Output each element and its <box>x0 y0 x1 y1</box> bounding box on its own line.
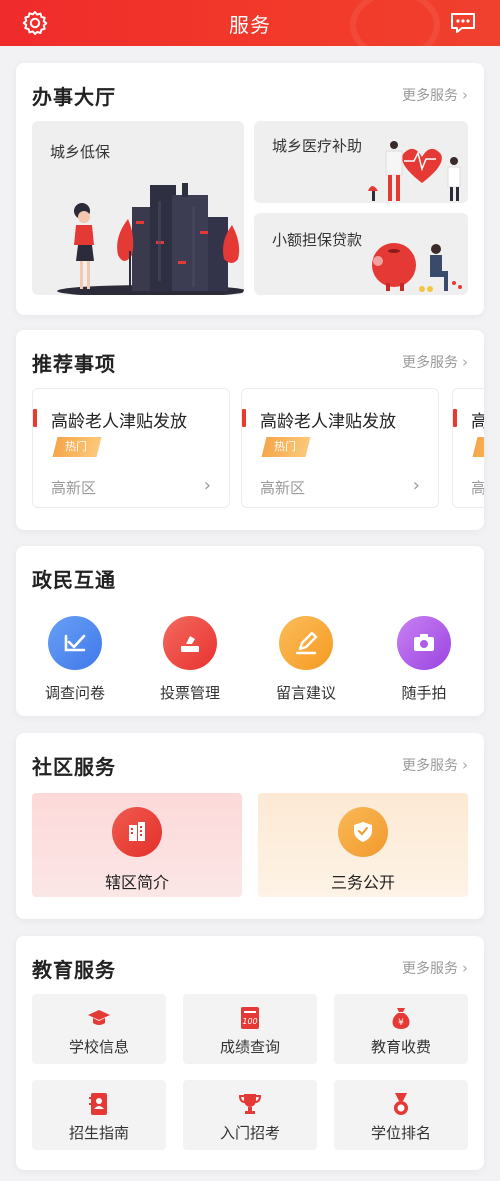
community-card: 社区服务 更多服务 › 辖区简介 三务公开 <box>16 733 484 919</box>
hot-badge: 热门 <box>261 437 311 457</box>
recommend-more-label: 更多服务 <box>402 355 458 371</box>
recommend-item-region: 高新区 <box>260 479 306 497</box>
hall-card: 办事大厅 更多服务 › 城乡低保 城乡医疗补助 小额担保贷款 <box>16 63 484 315</box>
recommend-title: 推荐事项 <box>32 352 116 376</box>
education-tile-label: 入门招考 <box>219 1124 280 1142</box>
chevron-right-icon: › <box>462 353 468 371</box>
gov-item-label: 留言建议 <box>275 684 336 702</box>
recommend-item-title: 高龄老人津贴发放 <box>471 412 484 432</box>
hall-tile-dibao[interactable]: 城乡低保 <box>32 121 244 295</box>
gov-title: 政民互通 <box>32 568 116 592</box>
gov-item-snapshot[interactable]: 随手拍 <box>374 616 474 703</box>
shield-badge-icon <box>338 807 388 857</box>
recommend-item-title: 高龄老人津贴发放 <box>51 412 187 432</box>
score-100-icon: 100 <box>238 1006 262 1030</box>
community-title: 社区服务 <box>32 755 116 779</box>
item-accent-bar <box>453 409 457 427</box>
camera-icon <box>397 616 451 670</box>
gov-item-label: 投票管理 <box>159 684 220 702</box>
svg-text:¥: ¥ <box>398 1018 404 1028</box>
education-more-link[interactable]: 更多服务 › <box>402 958 468 978</box>
gov-item-survey[interactable]: 调查问卷 <box>25 616 125 703</box>
community-tile-label: 辖区简介 <box>104 873 169 892</box>
hall-more-label: 更多服务 <box>402 88 458 104</box>
community-more-link[interactable]: 更多服务 › <box>402 755 468 775</box>
hot-badge: 热门 <box>472 437 484 457</box>
education-title: 教育服务 <box>32 958 116 982</box>
education-tile-label: 学校信息 <box>68 1038 129 1056</box>
gov-item-label: 随手拍 <box>401 684 447 702</box>
medal-icon <box>389 1092 413 1116</box>
svg-text:100: 100 <box>242 1017 257 1026</box>
recommend-item-region: 高新区 <box>471 479 484 497</box>
gov-card: 政民互通 调查问卷 投票管理 留言建议 随手拍 <box>16 546 484 716</box>
community-tile-disclosure[interactable]: 三务公开 <box>258 793 468 897</box>
survey-check-icon <box>48 616 102 670</box>
education-tile-label: 教育收费 <box>370 1038 431 1056</box>
hot-badge-label: 热门 <box>65 440 87 453</box>
hot-badge-label: 热门 <box>274 440 296 453</box>
community-tile-intro[interactable]: 辖区简介 <box>32 793 242 897</box>
recommend-item[interactable]: 高龄老人津贴发放 热门 高新区 › <box>32 388 230 508</box>
community-tile-label: 三务公开 <box>330 873 395 892</box>
hall-tile-medical[interactable]: 城乡医疗补助 <box>254 121 468 203</box>
header-decoration <box>350 0 440 60</box>
pencil-icon <box>279 616 333 670</box>
chevron-right-icon: › <box>462 959 468 977</box>
chevron-right-icon: › <box>412 475 420 496</box>
hall-title: 办事大厅 <box>32 85 116 109</box>
item-accent-bar <box>33 409 37 427</box>
education-tile-school[interactable]: 学校信息 <box>32 994 166 1064</box>
settings-gear-icon[interactable] <box>20 8 50 38</box>
gov-item-vote[interactable]: 投票管理 <box>140 616 240 703</box>
education-tile-label: 招生指南 <box>68 1124 129 1142</box>
chevron-right-icon: › <box>462 86 468 104</box>
buildings-icon <box>112 807 162 857</box>
education-tile-fee[interactable]: ¥ 教育收费 <box>334 994 468 1064</box>
education-more-label: 更多服务 <box>402 961 458 977</box>
hall-more-link[interactable]: 更多服务 › <box>402 85 468 105</box>
recommend-item[interactable]: 高龄老人津贴发放 热门 高新区 › <box>241 388 439 508</box>
trophy-icon <box>238 1092 262 1116</box>
recommend-item[interactable]: 高龄老人津贴发放 热门 高新区 › <box>452 388 484 508</box>
education-card: 教育服务 更多服务 › 学校信息 100 成绩查询 ¥ 教育收费 招生指南 入门招… <box>16 936 484 1170</box>
recommend-scroller[interactable]: 高龄老人津贴发放 热门 高新区 › 高龄老人津贴发放 热门 高新区 › 高龄老人… <box>32 388 484 508</box>
graduation-cap-icon <box>87 1006 111 1030</box>
city-woman-illustration <box>57 183 244 295</box>
doctor-heart-illustration <box>368 141 461 201</box>
recommend-more-link[interactable]: 更多服务 › <box>402 352 468 372</box>
education-tile-label: 学位排名 <box>370 1124 431 1142</box>
top-bar: 服务 <box>0 0 500 60</box>
guide-book-icon <box>87 1092 111 1116</box>
hall-tile-loan[interactable]: 小额担保贷款 <box>254 213 468 295</box>
education-tile-rank[interactable]: 学位排名 <box>334 1080 468 1150</box>
chevron-right-icon: › <box>203 475 211 496</box>
recommend-item-region: 高新区 <box>51 479 97 497</box>
vote-box-icon <box>163 616 217 670</box>
education-tile-score[interactable]: 100 成绩查询 <box>183 994 317 1064</box>
education-tile-enroll[interactable]: 招生指南 <box>32 1080 166 1150</box>
education-tile-label: 成绩查询 <box>219 1038 280 1056</box>
money-bag-icon: ¥ <box>389 1006 413 1030</box>
item-accent-bar <box>242 409 246 427</box>
recommend-card: 推荐事项 更多服务 › 高龄老人津贴发放 热门 高新区 › 高龄老人津贴发放 热门… <box>16 330 484 530</box>
chevron-right-icon: › <box>462 756 468 774</box>
gov-item-label: 调查问卷 <box>44 684 105 702</box>
recommend-item-title: 高龄老人津贴发放 <box>260 412 396 432</box>
hot-badge: 热门 <box>52 437 102 457</box>
piggy-bank-illustration <box>372 243 462 292</box>
message-dots-icon[interactable] <box>448 8 478 38</box>
page-title: 服务 <box>229 12 271 37</box>
gov-item-suggest[interactable]: 留言建议 <box>256 616 356 703</box>
education-tile-exam[interactable]: 入门招考 <box>183 1080 317 1150</box>
community-more-label: 更多服务 <box>402 758 458 774</box>
